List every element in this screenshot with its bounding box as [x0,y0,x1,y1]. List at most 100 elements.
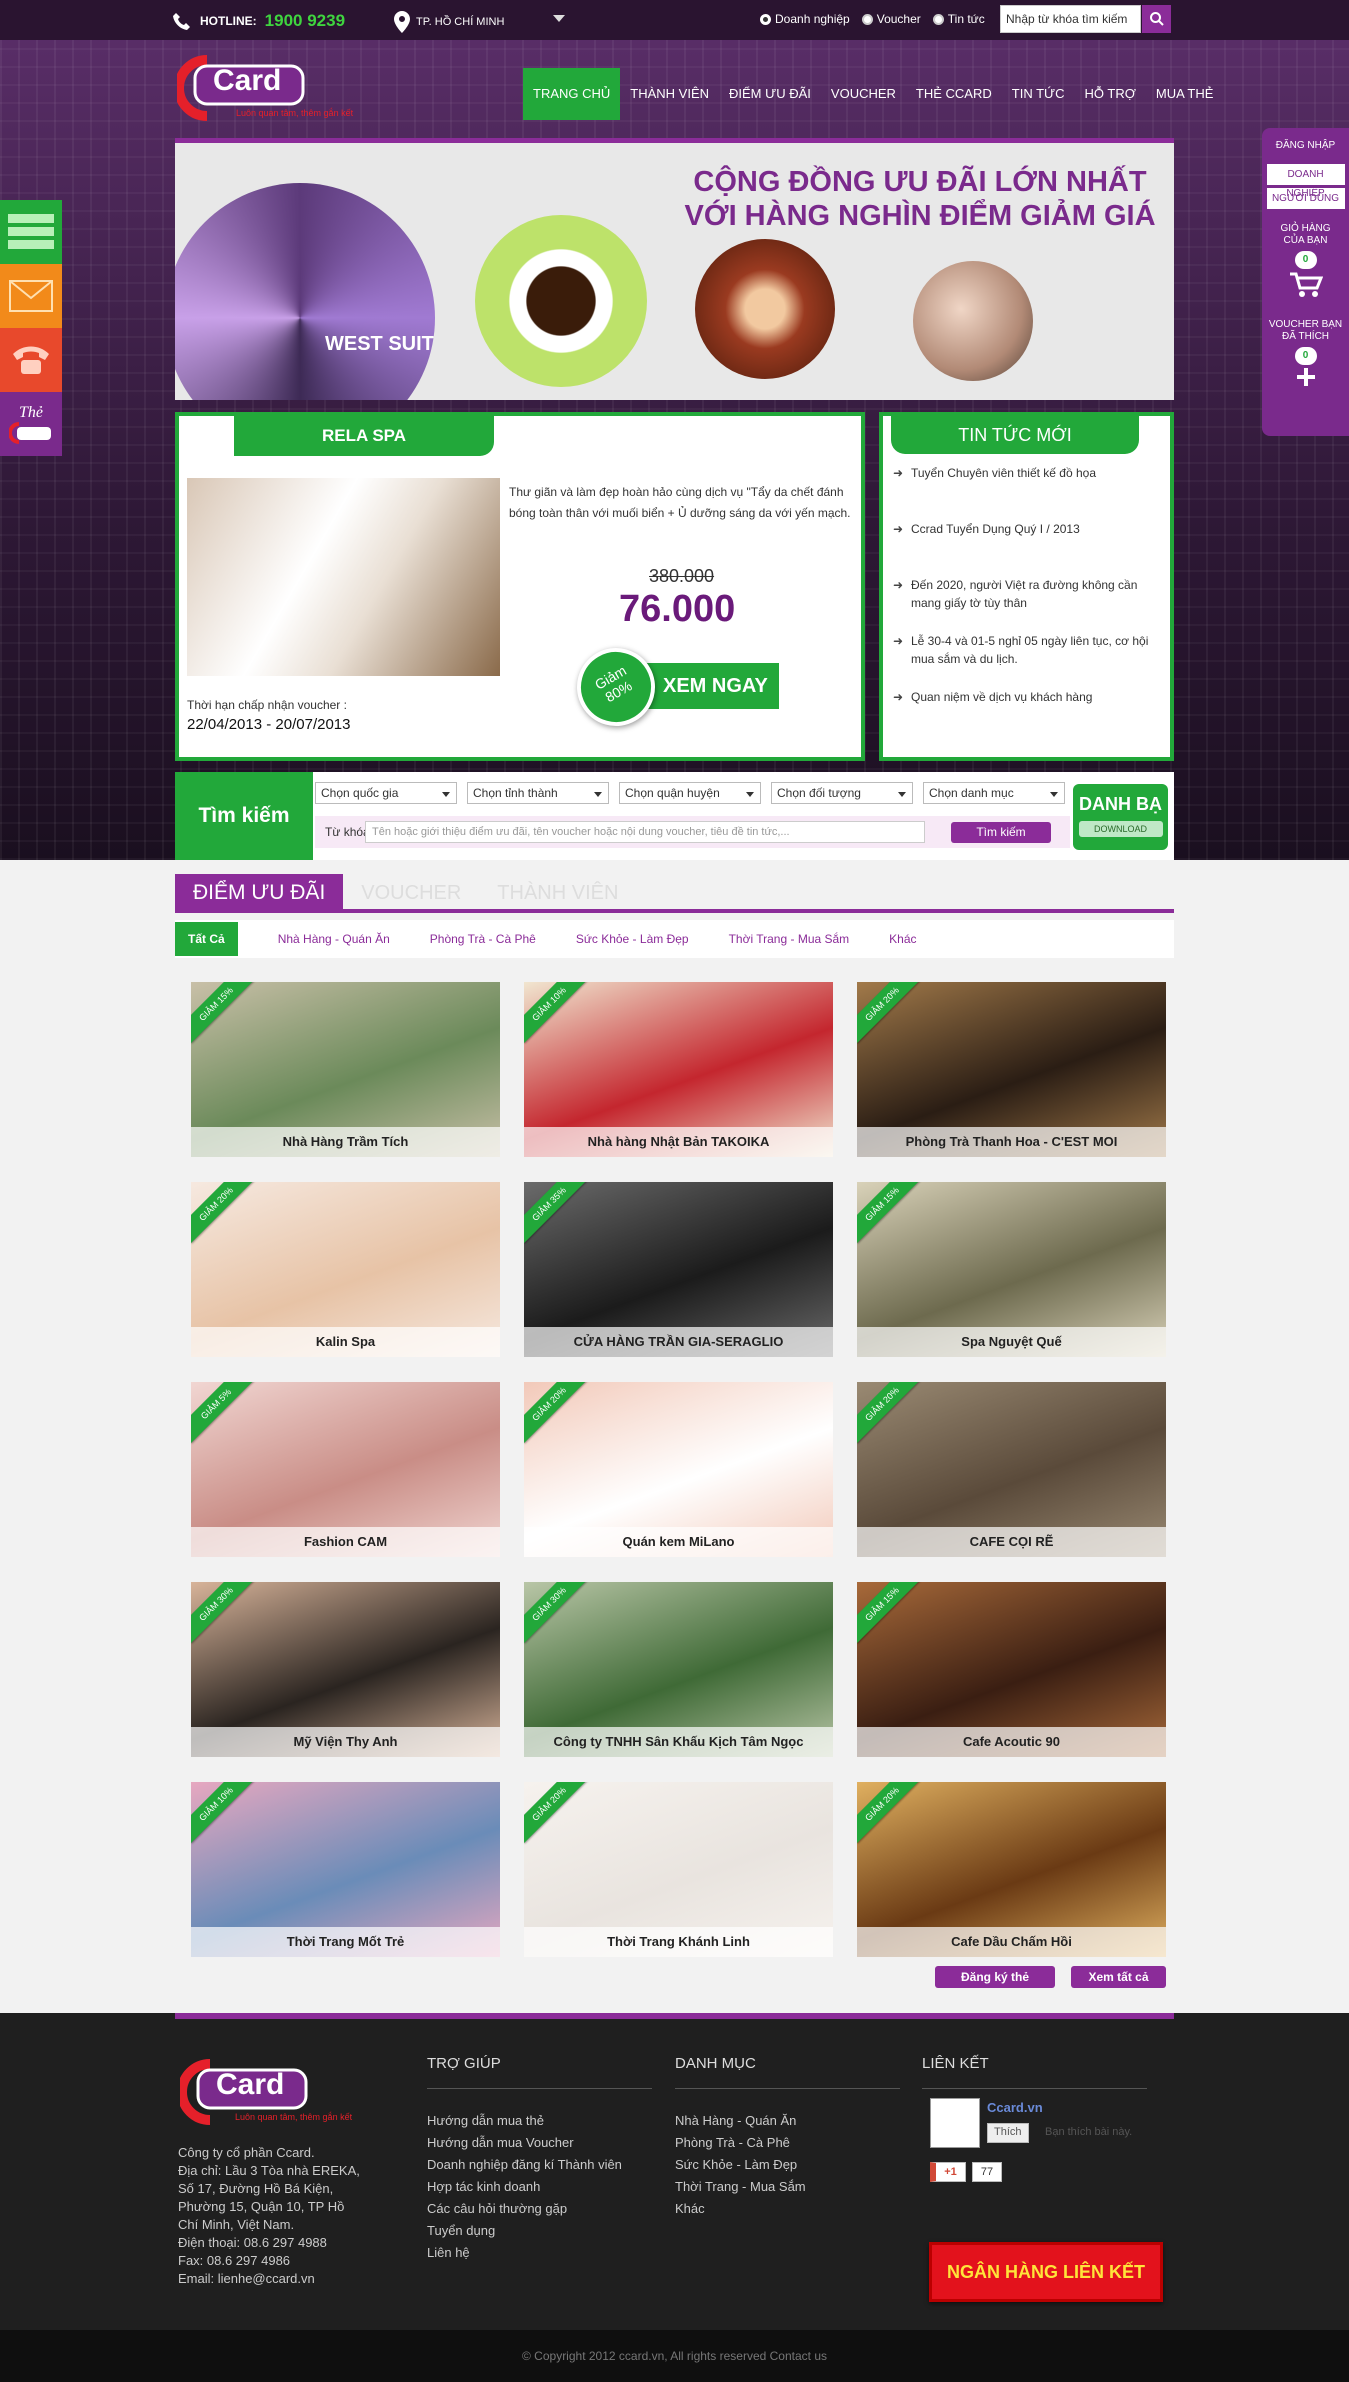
location-label: TP. HỒ CHÍ MINH [416,16,505,28]
hero-banner[interactable]: CỘNG ĐỒNG ƯU ĐÃI LỚN NHẤT VỚI HÀNG NGHÌN… [175,143,1174,400]
deal-card[interactable]: GIẢM 30% Mỹ Viện Thy Anh [191,1582,500,1757]
deal-card[interactable]: GIẢM 10% Thời Trang Mốt Trẻ [191,1782,500,1957]
deal-card-title: Thời Trang Khánh Linh [524,1927,833,1957]
tab-diem-uu-dai[interactable]: ĐIỂM ƯU ĐÃI [175,874,344,912]
location-picker[interactable]: TP. HỒ CHÍ MINH [394,11,504,33]
search-title: Tìm kiếm [175,772,313,860]
card-side-button[interactable]: Thẻ [0,392,62,456]
discount-ribbon: GIẢM 35% [524,1182,588,1243]
nav-the-ccard[interactable]: THẺ CCARD [906,68,1002,120]
cat-thoi-trang[interactable]: Thời Trang - Mua Sắm [729,932,850,946]
cat-phong-tra[interactable]: Phòng Trà - Cà Phê [430,932,536,946]
nav-trang-chu[interactable]: TRANG CHỦ [523,68,621,120]
select-country[interactable]: Chọn quốc gia [315,782,457,804]
telephone-icon [13,346,49,374]
search-icon [1149,12,1164,26]
discount-badge: Giảm 80% [562,633,670,741]
plus-icon[interactable] [1296,367,1316,387]
nav-mua-the[interactable]: MUA THẺ [1146,68,1224,120]
search-panel: Tìm kiếm Chọn quốc gia Chọn tỉnh thành C… [175,772,1174,860]
nav-tin-tuc[interactable]: TIN TỨC [1002,68,1075,120]
menu-side-button[interactable] [0,200,62,264]
select-district[interactable]: Chọn quận huyện [619,782,761,804]
content-tabs: ĐIỂM ƯU ĐÃI VOUCHER THÀNH VIÊN [175,874,636,912]
nav-diem-uu-dai[interactable]: ĐIỂM ƯU ĐÃI [719,68,821,120]
radio-checked-icon [760,13,771,25]
tab-voucher[interactable]: VOUCHER [343,874,479,912]
select-province[interactable]: Chọn tỉnh thành [467,782,609,804]
radio-voucher[interactable]: Voucher [861,12,921,26]
top-search-button[interactable] [1142,5,1171,33]
deal-old-price: 380.000 [649,566,715,586]
deal-image[interactable] [187,478,500,676]
cart-icon[interactable] [1289,271,1323,299]
radio-tin-tuc[interactable]: Tin tức [932,12,985,26]
cat-khac[interactable]: Khác [889,932,916,946]
news-item[interactable]: ➜ Tuyển Chuyên viên thiết kế đồ họa [893,464,1096,482]
news-item[interactable]: ➜ Lễ 30-4 và 01-5 nghỉ 05 ngày liên tục, … [893,632,1163,668]
nav-thanh-vien[interactable]: THÀNH VIÊN [620,68,719,120]
search-submit-button[interactable]: Tìm kiếm [951,822,1051,843]
deal-card[interactable]: GIẢM 30% Công ty TNHH Sân Khấu Kịch Tâm N… [524,1582,833,1757]
cat-suc-khoe[interactable]: Sức Khỏe - Làm Đẹp [576,932,689,946]
partner-bank-banner[interactable]: NGÂN HÀNG LIÊN KẾT [929,2242,1163,2302]
deal-card[interactable]: GIẢM 20% CAFE CỌI RẼ [857,1382,1166,1557]
fb-like-text: Bạn thích bài này. [1045,2126,1133,2138]
deal-card[interactable]: GIẢM 20% Thời Trang Khánh Linh [524,1782,833,1957]
location-dropdown-icon[interactable] [553,15,565,22]
register-card-button[interactable]: Đăng ký thẻ [935,1966,1055,1988]
cat-tat-ca[interactable]: Tất Cả [175,922,238,956]
email-side-button[interactable] [0,264,62,328]
nav-voucher[interactable]: VOUCHER [821,68,906,120]
deal-card[interactable]: GIẢM 35% CỬA HÀNG TRẦN GIA-SERAGLIO [524,1182,833,1357]
footer-link-title: LIÊN KẾT [922,2055,989,2072]
deal-card[interactable]: GIẢM 15% Cafe Acoutic 90 [857,1582,1166,1757]
news-item[interactable]: ➜ Đến 2020, người Việt ra đường không cần… [893,576,1163,612]
fb-page-avatar[interactable] [930,2098,980,2148]
fb-page-name[interactable]: Ccard.vn [987,2100,1043,2115]
deal-card-title: Nhà hàng Nhật Bản TAKOIKA [524,1127,833,1157]
phone-side-button[interactable] [0,328,62,392]
deal-card[interactable]: GIẢM 15% Spa Nguyệt Quế [857,1182,1166,1357]
deal-card[interactable]: GIẢM 15% Nhà Hàng Trầm Tích [191,982,500,1157]
ccard-mini-logo-icon [9,422,51,444]
view-all-button[interactable]: Xem tất cả [1071,1966,1166,1988]
top-search-input[interactable]: Nhập từ khóa tìm kiếm [1000,5,1141,33]
deal-card-title: Thời Trang Mốt Trẻ [191,1927,500,1957]
select-category[interactable]: Chọn danh mục [923,782,1065,804]
ccard-logo[interactable]: Card Luôn quan tâm, thêm gắn kết [174,52,357,127]
login-business-button[interactable]: DOANH NGHIỆP [1266,164,1345,199]
main-nav: TRANG CHỦ THÀNH VIÊN ĐIỂM ƯU ĐÃI VOUCHER… [523,68,1223,120]
banner-photo-spa [913,261,1033,381]
news-title: Tin tức mới [891,416,1139,454]
fb-like-button[interactable]: Thích [987,2123,1029,2143]
gplus-button[interactable]: +1 [930,2162,966,2182]
search-type-radios: Doanh nghiệp Voucher Tin tức [760,12,985,26]
arrow-icon: ➜ [893,522,904,536]
cat-nha-hang[interactable]: Nhà Hàng - Quán Ăn [278,932,390,946]
discount-ribbon: GIẢM 20% [857,982,921,1043]
hotline-number[interactable]: 1900 9239 [265,11,345,31]
right-floating-panel: ĐĂNG NHẬP DOANH NGHIỆP NGƯỜI DÙNG GIỎ HÀ… [1262,128,1349,436]
deal-title: RELA SPA [234,416,494,456]
deadline-label: Thời hạn chấp nhận voucher : [187,698,347,712]
keyword-input[interactable]: Tên hoặc giới thiệu điểm ưu đãi, tên vou… [365,821,925,843]
discount-ribbon: GIẢM 15% [191,982,255,1043]
footer-logo[interactable]: Card Luôn quan tâm, thêm gắn kết [177,2056,360,2131]
deal-card[interactable]: GIẢM 20% Quán kem MiLano [524,1382,833,1557]
news-item[interactable]: ➜ Quan niệm về dịch vụ khách hàng [893,688,1092,706]
deal-card[interactable]: GIẢM 20% Phòng Trà Thanh Hoa - C'EST MOI [857,982,1166,1157]
download-button[interactable]: DOWNLOAD [1078,821,1163,837]
radio-doanh-nghiep[interactable]: Doanh nghiệp [760,12,850,26]
nav-ho-tro[interactable]: HỖ TRỢ [1075,68,1146,120]
deal-card[interactable]: GIẢM 5% Fashion CAM [191,1382,500,1557]
radio-icon [932,13,944,25]
login-user-button[interactable]: NGƯỜI DÙNG [1266,188,1345,209]
deal-card[interactable]: GIẢM 20% Cafe Dầu Chấm Hồi [857,1782,1166,1957]
select-audience[interactable]: Chọn đối tượng [771,782,913,804]
news-item[interactable]: ➜ Ccrad Tuyển Dụng Quý I / 2013 [893,520,1080,538]
directory-download[interactable]: DANH BẠ DOWNLOAD [1073,784,1168,850]
deal-card[interactable]: GIẢM 20% Kalin Spa [191,1182,500,1357]
tab-thanh-vien[interactable]: THÀNH VIÊN [479,874,636,912]
deal-card[interactable]: GIẢM 10% Nhà hàng Nhật Bản TAKOIKA [524,982,833,1157]
